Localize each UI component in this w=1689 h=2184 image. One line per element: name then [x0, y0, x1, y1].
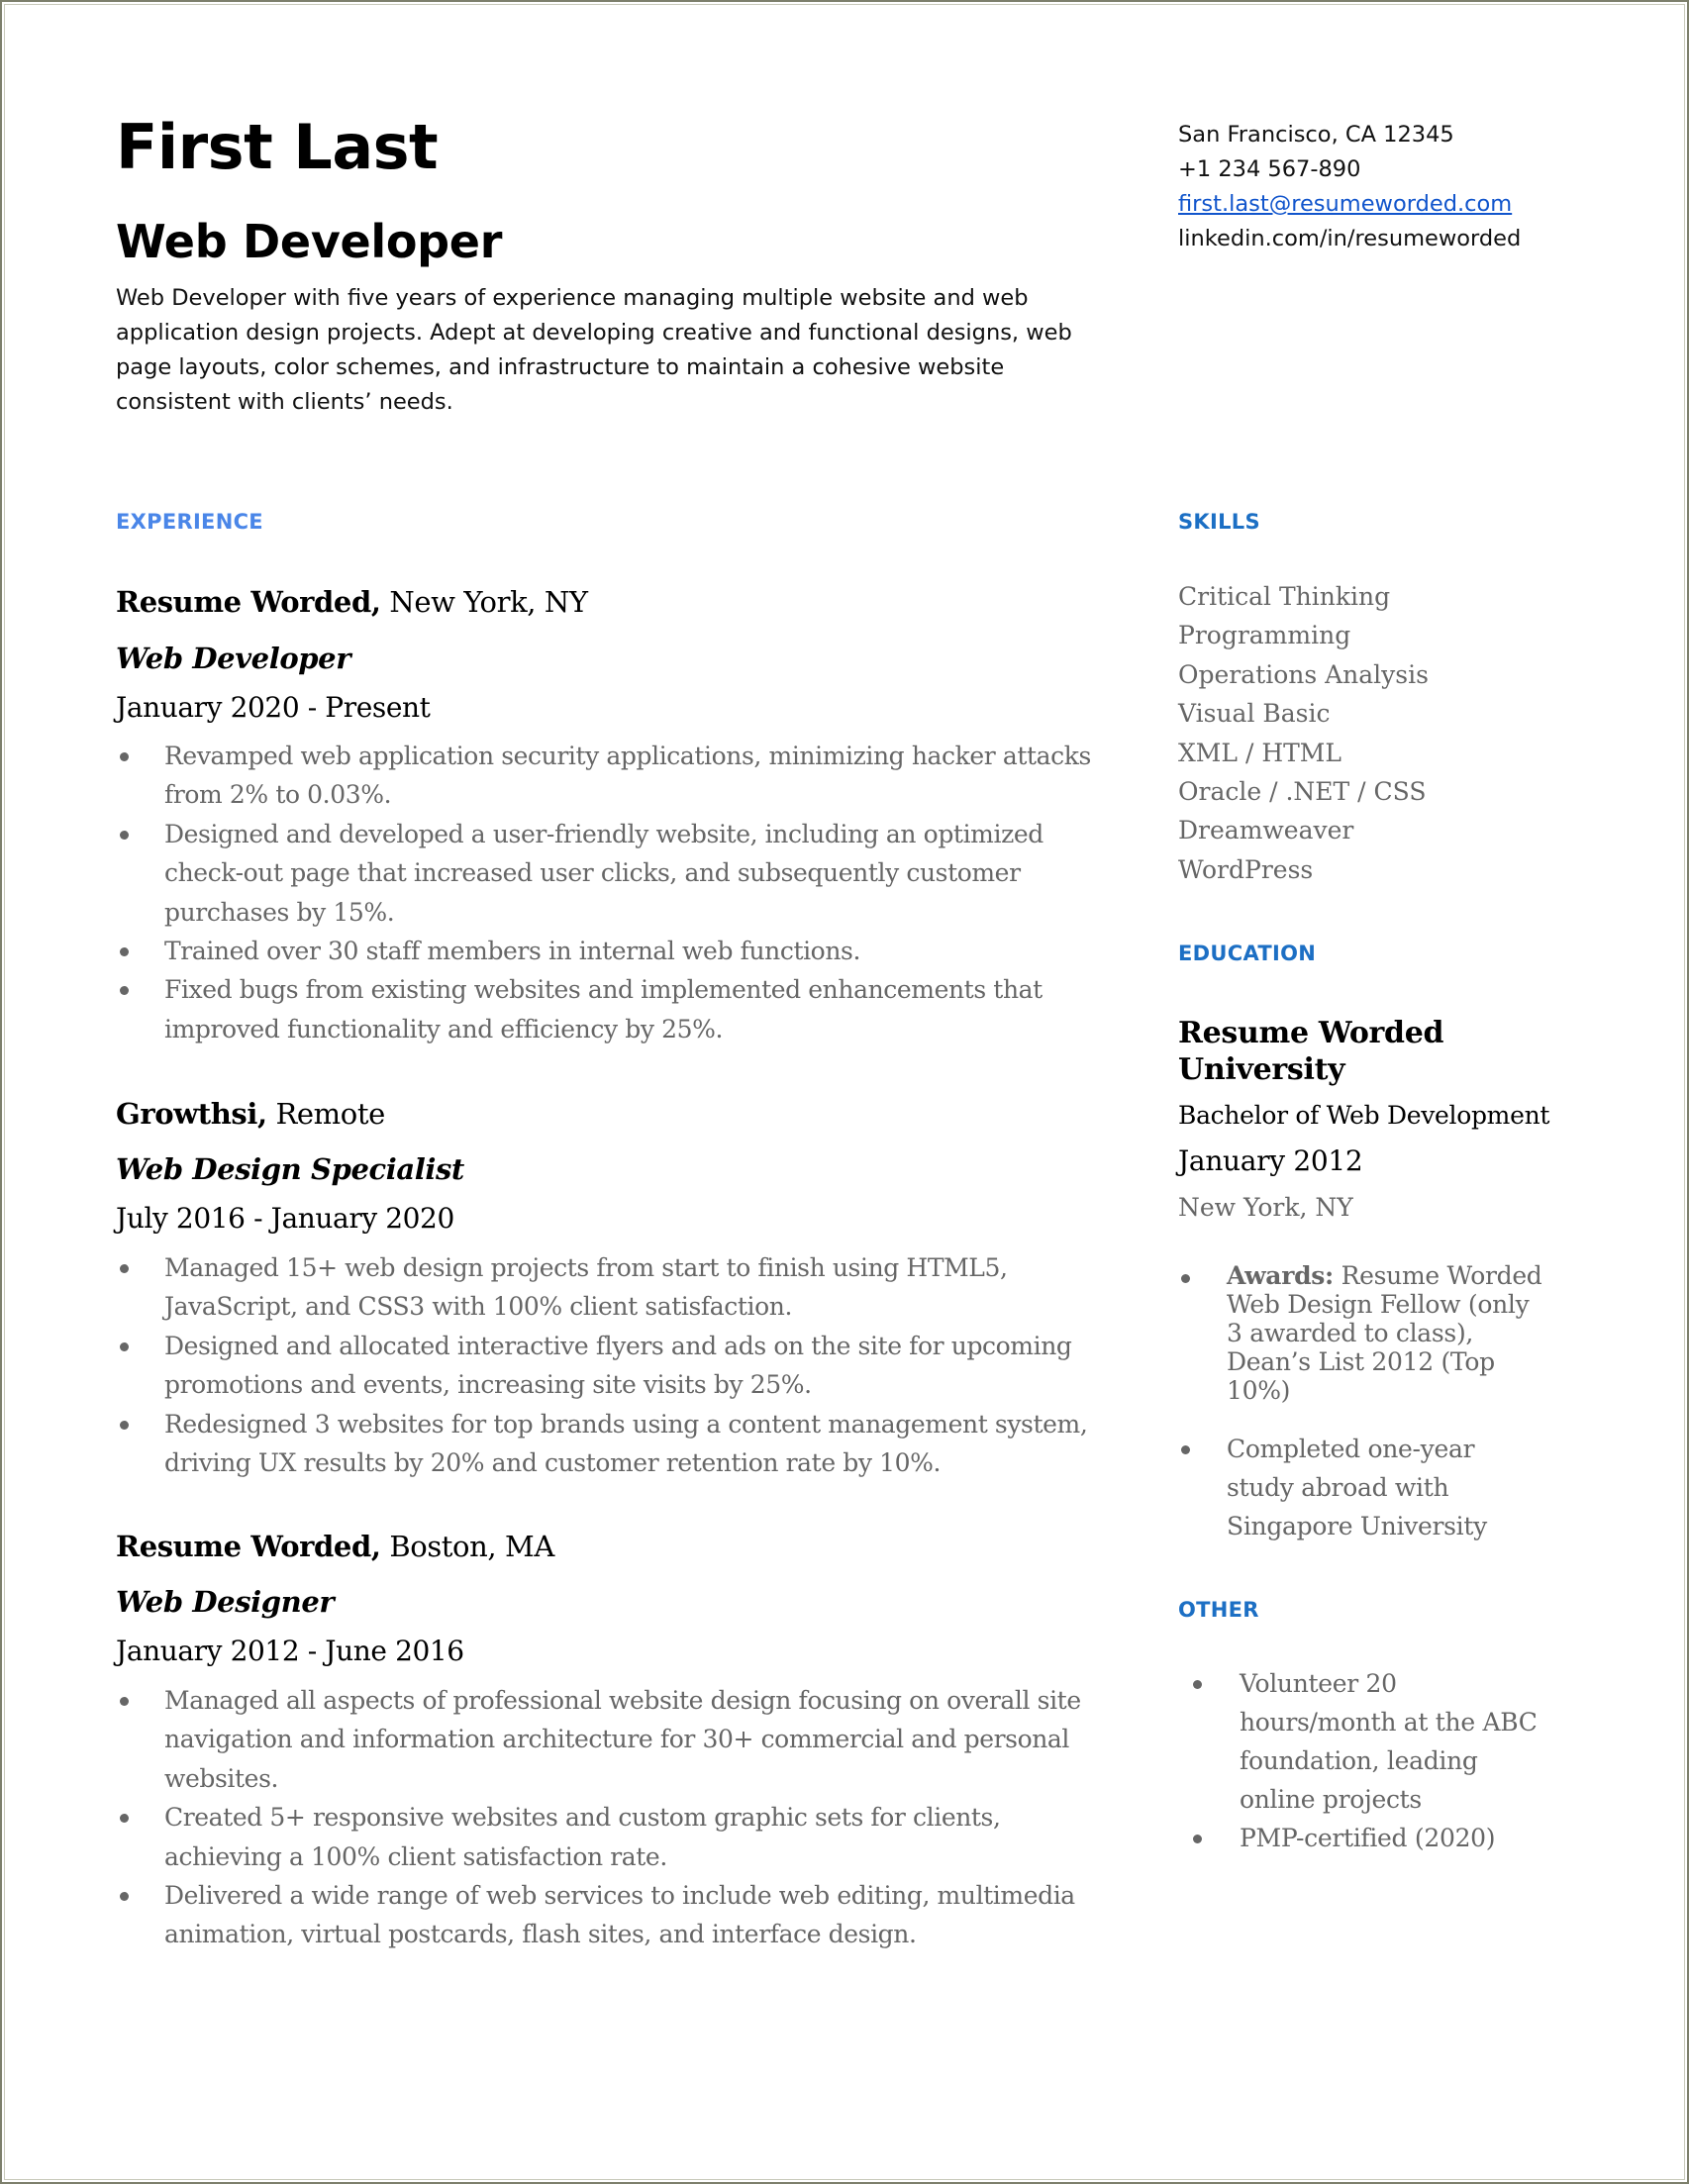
education-degree: Bachelor of Web Development — [1178, 1101, 1550, 1130]
job-dates: January 2020 - Present — [116, 691, 431, 724]
skill-item: Critical Thinking — [1178, 582, 1391, 611]
summary-line: application design projects. Adept at de… — [116, 320, 1072, 346]
job-company-line: Resume Worded, Boston, MA — [116, 1533, 554, 1561]
other-bullets: Volunteer 20 hours/month at the ABC foun… — [1178, 1664, 1594, 1857]
job-company: Resume Worded, — [116, 1530, 381, 1563]
job-location: Boston, MA — [380, 1530, 554, 1563]
skill-item: Operations Analysis — [1178, 659, 1429, 689]
job-role: Web Developer — [116, 642, 351, 675]
education-date: January 2012 — [1178, 1144, 1363, 1177]
job-dates: July 2016 - January 2020 — [116, 1202, 454, 1235]
summary-line: page layouts, color schemes, and infrast… — [116, 354, 1005, 380]
summary-line: consistent with clients’ needs. — [116, 389, 453, 415]
other-heading: OTHER — [1178, 1598, 1259, 1622]
skills-heading: SKILLS — [1178, 510, 1260, 534]
awards-label: Awards: — [1227, 1261, 1334, 1290]
bullet-item: Created 5+ responsive websites and custo… — [116, 1798, 1126, 1876]
bullet-item: Revamped web application security applic… — [116, 737, 1126, 815]
skills-list: Critical Thinking Programming Operations… — [1178, 577, 1429, 889]
contact-linkedin: linkedin.com/in/resumeworded — [1178, 226, 1522, 251]
job-company-line: Growthsi, Remote — [116, 1100, 385, 1129]
education-location: New York, NY — [1178, 1193, 1353, 1222]
education-school: Resume Worded University — [1178, 1016, 1444, 1087]
bullet-item: Fixed bugs from existing websites and im… — [116, 970, 1126, 1048]
study-abroad-item: Completed one-year study abroad with Sin… — [1178, 1430, 1594, 1545]
awards-item: Awards: Resume Worded Web Design Fellow … — [1178, 1261, 1594, 1405]
job-bullets: Managed 15+ web design projects from sta… — [116, 1248, 1126, 1482]
skill-item: Oracle / .NET / CSS — [1178, 777, 1427, 807]
candidate-name: First Last — [116, 111, 439, 183]
experience-heading: EXPERIENCE — [116, 510, 263, 534]
contact-location: San Francisco, CA 12345 — [1178, 122, 1454, 148]
other-item: PMP-certified (2020) — [1178, 1819, 1594, 1857]
bullet-item: Managed 15+ web design projects from sta… — [116, 1248, 1126, 1327]
skill-item: WordPress — [1178, 854, 1314, 884]
other-item: Volunteer 20 hours/month at the ABC foun… — [1178, 1664, 1594, 1819]
skill-item: XML / HTML — [1178, 738, 1341, 767]
summary: Web Developer with five years of experie… — [116, 281, 1106, 420]
job-role: Web Designer — [116, 1585, 335, 1619]
job-role: Web Design Specialist — [116, 1152, 464, 1186]
summary-line: Web Developer with five years of experie… — [116, 285, 1029, 311]
education-bullets: Awards: Resume Worded Web Design Fellow … — [1178, 1261, 1594, 1545]
bullet-item: Managed all aspects of professional webs… — [116, 1681, 1126, 1798]
bullet-item: Delivered a wide range of web services t… — [116, 1876, 1126, 1954]
bullet-item: Redesigned 3 websites for top brands usi… — [116, 1405, 1126, 1483]
contact-phone: +1 234 567-890 — [1178, 156, 1361, 182]
job-bullets: Managed all aspects of professional webs… — [116, 1681, 1126, 1954]
job-bullets: Revamped web application security applic… — [116, 737, 1126, 1048]
bullet-item: Designed and developed a user-friendly w… — [116, 815, 1126, 932]
job-company: Resume Worded, — [116, 585, 381, 619]
job-company-line: Resume Worded, New York, NY — [116, 588, 588, 617]
education-heading: EDUCATION — [1178, 942, 1317, 965]
bullet-item: Designed and allocated interactive flyer… — [116, 1327, 1126, 1405]
candidate-headline: Web Developer — [116, 215, 503, 268]
job-company: Growthsi, — [116, 1097, 267, 1131]
job-location: New York, NY — [380, 585, 588, 619]
job-dates: January 2012 - June 2016 — [116, 1635, 464, 1667]
skill-item: Dreamweaver — [1178, 816, 1354, 845]
contact-email-link[interactable]: first.last@resumeworded.com — [1178, 191, 1512, 217]
job-location: Remote — [266, 1097, 385, 1131]
skill-item: Programming — [1178, 621, 1351, 650]
contact-info: San Francisco, CA 12345 +1 234 567-890 f… — [1178, 118, 1521, 256]
skill-item: Visual Basic — [1178, 699, 1331, 729]
bullet-item: Trained over 30 staff members in interna… — [116, 932, 1126, 970]
